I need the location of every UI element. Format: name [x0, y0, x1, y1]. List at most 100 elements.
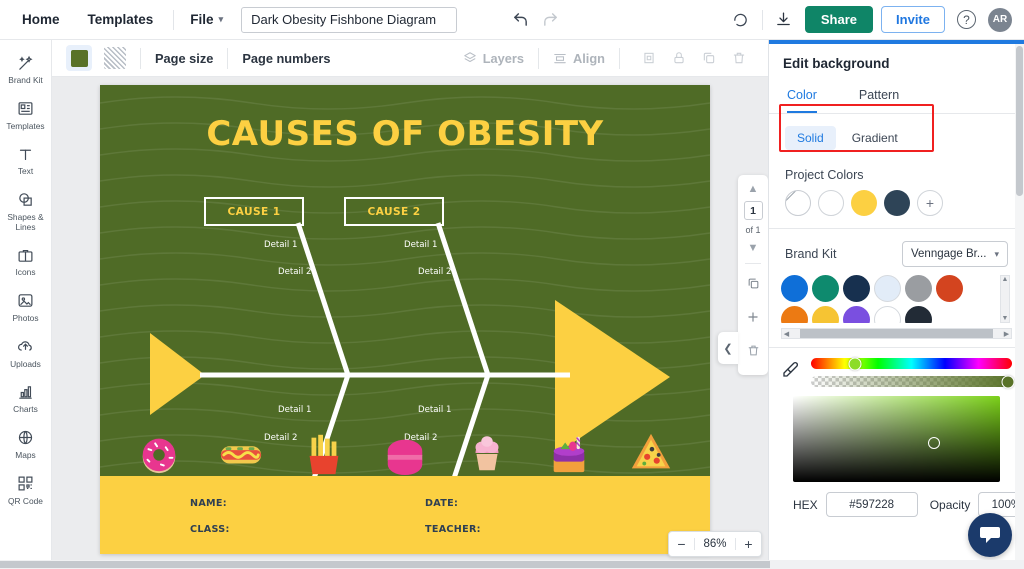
hue-slider-knob[interactable]: [849, 357, 862, 370]
sidebar-item-maps[interactable]: Maps: [0, 421, 52, 467]
cause-3-detail-1[interactable]: Detail 1: [278, 405, 312, 415]
background-color-swatch: [71, 50, 88, 67]
chat-support-button[interactable]: [968, 513, 1012, 557]
background-pattern-button[interactable]: [104, 47, 126, 69]
brand-colors-vscrollbar[interactable]: ▲ ▼: [1000, 275, 1010, 323]
zoom-in-button[interactable]: +: [736, 536, 761, 552]
zoom-out-button[interactable]: −: [669, 536, 694, 552]
sidebar-item-charts[interactable]: Charts: [0, 375, 52, 421]
sidebar-item-qr-code[interactable]: QR Code: [0, 467, 52, 513]
nav-templates[interactable]: Templates: [74, 12, 168, 27]
cause-box-2[interactable]: CAUSE 2: [344, 197, 444, 226]
sidebar-item-uploads[interactable]: Uploads: [0, 330, 52, 376]
eyedropper-icon[interactable]: [781, 361, 803, 384]
help-icon[interactable]: ?: [957, 10, 976, 29]
footer-name-label[interactable]: NAME:: [190, 498, 227, 509]
brand-colors-wrap: ▲ ▼: [769, 275, 1024, 323]
brand-color-swatch[interactable]: [781, 275, 808, 302]
brand-color-swatch[interactable]: [781, 306, 808, 323]
brand-color-swatch[interactable]: [905, 275, 932, 302]
sidebar-item-icons[interactable]: Icons: [0, 238, 52, 284]
sidebar-item-text[interactable]: Text: [0, 137, 52, 183]
footer-teacher-label[interactable]: TEACHER:: [425, 524, 481, 535]
scroll-down-arrow-icon[interactable]: ▼: [1002, 315, 1009, 322]
project-color-white[interactable]: [818, 190, 844, 216]
footer-class-label[interactable]: CLASS:: [190, 524, 230, 535]
project-color-yellow[interactable]: [851, 190, 877, 216]
saturation-value-knob[interactable]: [928, 437, 940, 449]
brand-colors-hscrollbar[interactable]: ◀ ▶: [781, 328, 1012, 339]
sidebar-item-shapes-lines[interactable]: Shapes & Lines: [0, 183, 52, 238]
lock-icon[interactable]: [664, 43, 694, 73]
fill-mode-gradient[interactable]: Gradient: [840, 126, 910, 150]
cause-1-detail-1[interactable]: Detail 1: [264, 240, 298, 250]
delete-page-icon[interactable]: [747, 339, 760, 367]
page-size-button[interactable]: Page size: [155, 51, 213, 66]
undo-icon[interactable]: [506, 5, 536, 35]
page-navigation-rail: ▲ 1 of 1 ▼: [738, 175, 768, 375]
brand-color-swatch[interactable]: [843, 275, 870, 302]
collapse-panel-icon[interactable]: ❮: [718, 332, 738, 364]
sidebar-item-templates[interactable]: Templates: [0, 92, 52, 138]
hue-slider[interactable]: [811, 358, 1012, 369]
file-menu[interactable]: File ▾: [180, 12, 233, 27]
brand-color-swatch[interactable]: [812, 275, 839, 302]
sidebar-item-brand-kit[interactable]: Brand Kit: [0, 46, 52, 92]
add-project-color-button[interactable]: +: [917, 190, 943, 216]
history-icon[interactable]: [726, 5, 756, 35]
window-scroll-thumb[interactable]: [0, 561, 770, 568]
delete-icon[interactable]: [724, 43, 754, 73]
duplicate-icon[interactable]: [694, 43, 724, 73]
sidebar-item-photos[interactable]: Photos: [0, 284, 52, 330]
project-color-none[interactable]: [785, 190, 811, 216]
saturation-value-box[interactable]: [793, 396, 1000, 482]
brand-color-swatch[interactable]: [905, 306, 932, 323]
cause-2-detail-1[interactable]: Detail 1: [404, 240, 438, 250]
cause-4-detail-1[interactable]: Detail 1: [418, 405, 452, 415]
canvas-area[interactable]: CAUSES OF OBESITY CAUSE 1 CAUSE 2 CAUSE …: [52, 77, 768, 569]
chevron-up-icon[interactable]: ▲: [748, 181, 759, 196]
brand-color-swatch[interactable]: [843, 306, 870, 323]
design-page[interactable]: CAUSES OF OBESITY CAUSE 1 CAUSE 2 CAUSE …: [100, 85, 710, 554]
panel-scroll-thumb[interactable]: [1016, 46, 1023, 196]
color-picker: HEX Opacity: [769, 348, 1024, 521]
page-number-input[interactable]: 1: [744, 201, 763, 220]
brand-kit-select[interactable]: Venngage Br... ▾: [902, 241, 1008, 267]
add-page-icon[interactable]: [746, 305, 760, 334]
download-icon[interactable]: [769, 5, 799, 35]
scroll-up-arrow-icon[interactable]: ▲: [1002, 276, 1009, 283]
zoom-level-value[interactable]: 86%: [694, 538, 736, 550]
brand-color-swatch[interactable]: [874, 275, 901, 302]
alpha-slider-knob[interactable]: [1001, 375, 1014, 388]
cause-2-detail-2[interactable]: Detail 2: [418, 267, 452, 277]
brand-color-swatch[interactable]: [874, 306, 901, 323]
crop-icon[interactable]: [634, 43, 664, 73]
brand-color-swatch[interactable]: [936, 275, 963, 302]
document-title-input[interactable]: [241, 7, 457, 33]
brand-color-swatch[interactable]: [812, 306, 839, 323]
redo-icon[interactable]: [536, 5, 566, 35]
footer-date-label[interactable]: DATE:: [425, 498, 458, 509]
share-button[interactable]: Share: [805, 6, 873, 33]
scroll-right-arrow-icon[interactable]: ▶: [1002, 330, 1011, 338]
nav-home[interactable]: Home: [8, 12, 74, 27]
brand-colors-grid[interactable]: [781, 275, 991, 323]
align-button[interactable]: Align: [553, 51, 605, 66]
cause-1-detail-2[interactable]: Detail 2: [278, 267, 312, 277]
cause-box-1[interactable]: CAUSE 1: [204, 197, 304, 226]
fill-mode-solid[interactable]: Solid: [785, 126, 836, 150]
hex-input[interactable]: [826, 492, 918, 517]
project-color-navy[interactable]: [884, 190, 910, 216]
layers-button[interactable]: Layers: [463, 51, 524, 66]
alpha-slider[interactable]: [811, 376, 1012, 387]
tab-pattern[interactable]: Pattern: [859, 82, 899, 113]
avatar[interactable]: AR: [988, 8, 1012, 32]
background-color-swatch-button[interactable]: [66, 45, 92, 71]
scroll-thumb[interactable]: [800, 329, 993, 338]
scroll-left-arrow-icon[interactable]: ◀: [782, 330, 791, 338]
tab-color[interactable]: Color: [787, 82, 817, 113]
duplicate-page-icon[interactable]: [747, 272, 760, 300]
page-numbers-button[interactable]: Page numbers: [242, 51, 330, 66]
chevron-down-icon[interactable]: ▼: [748, 240, 759, 255]
invite-button[interactable]: Invite: [881, 6, 945, 33]
